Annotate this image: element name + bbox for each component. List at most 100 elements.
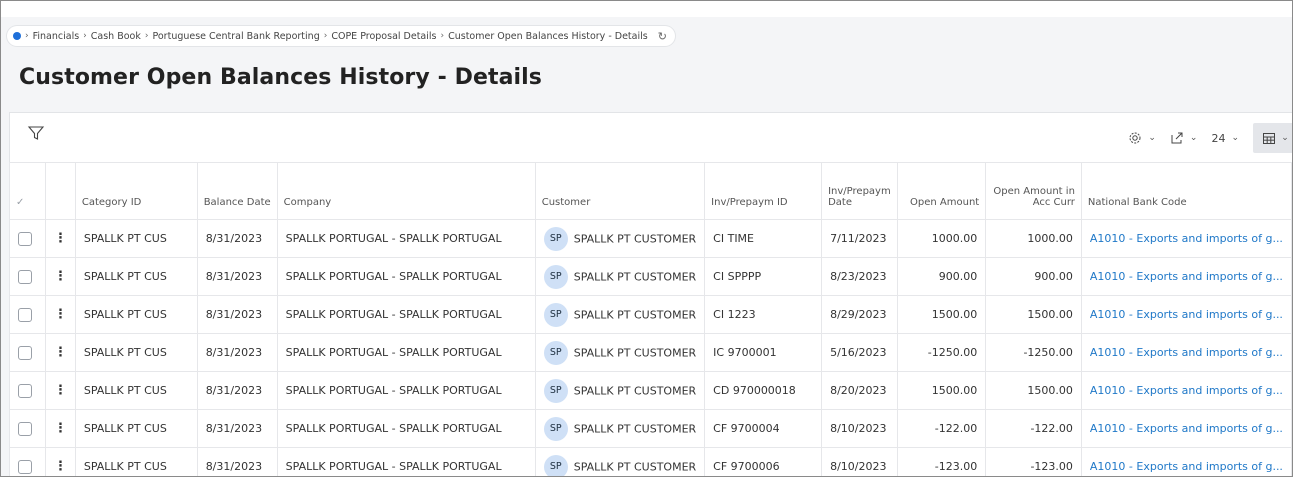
avatar: SP (543, 302, 568, 327)
filter-icon[interactable] (27, 124, 45, 142)
row-menu-icon[interactable]: ⋮ (44, 333, 76, 372)
cell-national-bank-code-link[interactable]: A1010 - Exports and imports of g... (1080, 371, 1292, 410)
row-checkbox[interactable] (18, 383, 32, 398)
row-menu-icon[interactable]: ⋮ (44, 447, 76, 476)
cell-national-bank-code-link[interactable]: A1010 - Exports and imports of g... (1080, 409, 1292, 448)
cell-inv-id: CF 9700006 (704, 447, 823, 476)
chevron-down-icon: ⌄ (1281, 133, 1289, 143)
cell-balance-date: 8/31/2023 (196, 371, 278, 410)
cell-national-bank-code-link[interactable]: A1010 - Exports and imports of g... (1080, 219, 1292, 258)
row-menu-icon[interactable]: ⋮ (44, 295, 76, 334)
settings-menu[interactable]: ⌄ (1128, 131, 1156, 145)
customer-name: SPALLK PT CUSTOMER (573, 460, 697, 473)
cell-inv-id: IC 9700001 (704, 333, 823, 372)
cell-open-amount: -1250.00 (896, 333, 987, 372)
column-header-open-acc-line1: Open Amount in (993, 186, 1075, 197)
table-row[interactable]: ⋮ SPALLK PT CUS 8/31/2023 SPALLK PORTUGAL -… (9, 333, 1292, 372)
column-header-inv-id[interactable]: Inv/Prepaym ID (704, 162, 823, 220)
cell-open-amount-acc: 1000.00 (985, 219, 1082, 258)
avatar: SP (543, 340, 568, 365)
view-mode-select[interactable]: ⌄ (1253, 123, 1292, 153)
cell-category-id: SPALLK PT CUS (74, 295, 198, 334)
cell-inv-date: 5/16/2023 (821, 333, 898, 372)
cell-open-amount: -122.00 (896, 409, 987, 448)
column-header-balance-date[interactable]: Balance Date (196, 162, 278, 220)
column-header-inv-date-line2: Date (828, 197, 852, 208)
table-row[interactable]: ⋮ SPALLK PT CUS 8/31/2023 SPALLK PORTUGAL -… (9, 409, 1292, 448)
cell-national-bank-code-link[interactable]: A1010 - Exports and imports of g... (1080, 447, 1292, 476)
table-header-row: ✓ Category ID Balance Date Company Custo… (9, 162, 1292, 220)
cell-inv-date: 8/23/2023 (821, 257, 898, 296)
cell-balance-date: 8/31/2023 (196, 333, 278, 372)
cell-open-amount-acc: 1500.00 (985, 371, 1082, 410)
cell-open-amount-acc: -122.00 (985, 409, 1082, 448)
breadcrumb-item-cash-book[interactable]: Cash Book (91, 31, 141, 42)
cell-inv-date: 8/10/2023 (821, 447, 898, 476)
breadcrumb-item-financials[interactable]: Financials (33, 31, 80, 42)
breadcrumb-item-central-bank[interactable]: Portuguese Central Bank Reporting (152, 31, 319, 42)
column-header-open-amount[interactable]: Open Amount (896, 162, 987, 220)
data-table: ✓ Category ID Balance Date Company Custo… (9, 162, 1292, 476)
row-checkbox[interactable] (18, 345, 32, 360)
table-row[interactable]: ⋮ SPALLK PT CUS 8/31/2023 SPALLK PORTUGAL -… (9, 295, 1292, 334)
actions-header (44, 162, 76, 220)
chevron-right-icon: › (83, 31, 87, 41)
cell-inv-date: 7/11/2023 (821, 219, 898, 258)
cell-company: SPALLK PORTUGAL - SPALLK PORTUGAL (276, 295, 536, 334)
cell-category-id: SPALLK PT CUS (74, 219, 198, 258)
customer-name: SPALLK PT CUSTOMER (573, 346, 697, 359)
column-header-company[interactable]: Company (276, 162, 536, 220)
table-toolbar: ⌄ ⌄ 24 ⌄ ⌄ (10, 113, 1292, 161)
cell-inv-id: CD 970000018 (704, 371, 823, 410)
cell-open-amount: 1500.00 (896, 371, 987, 410)
column-header-inv-date-line1: Inv/Prepaym (828, 186, 891, 197)
cell-national-bank-code-link[interactable]: A1010 - Exports and imports of g... (1080, 295, 1292, 334)
column-header-open-amount-acc[interactable]: Open Amount in Acc Curr (985, 162, 1082, 220)
chevron-down-icon: ⌄ (1189, 133, 1198, 143)
cell-company: SPALLK PORTUGAL - SPALLK PORTUGAL (276, 371, 536, 410)
row-checkbox[interactable] (18, 459, 32, 474)
cell-company: SPALLK PORTUGAL - SPALLK PORTUGAL (276, 333, 536, 372)
cell-customer: SP SPALLK PT CUSTOMER (534, 295, 706, 334)
cell-customer: SP SPALLK PT CUSTOMER (534, 371, 706, 410)
checkmark-icon: ✓ (16, 197, 25, 208)
row-menu-icon[interactable]: ⋮ (44, 409, 76, 448)
column-header-national-bank-code[interactable]: National Bank Code (1080, 162, 1292, 220)
row-select-cell (9, 409, 46, 448)
cell-open-amount-acc: 900.00 (985, 257, 1082, 296)
table-row[interactable]: ⋮ SPALLK PT CUS 8/31/2023 SPALLK PORTUGAL -… (9, 447, 1292, 476)
row-checkbox[interactable] (18, 231, 32, 246)
cell-open-amount: 1500.00 (896, 295, 987, 334)
cell-category-id: SPALLK PT CUS (74, 333, 198, 372)
column-header-inv-date[interactable]: Inv/Prepaym Date (821, 162, 898, 220)
table-row[interactable]: ⋮ SPALLK PT CUS 8/31/2023 SPALLK PORTUGAL -… (9, 257, 1292, 296)
refresh-icon[interactable]: ↻ (658, 30, 667, 43)
row-checkbox[interactable] (18, 421, 32, 436)
cell-open-amount-acc: -123.00 (985, 447, 1082, 476)
breadcrumb-item-cope-proposal[interactable]: COPE Proposal Details (331, 31, 436, 42)
chevron-right-icon: › (144, 31, 149, 41)
row-checkbox[interactable] (18, 307, 32, 322)
home-icon[interactable] (13, 32, 21, 40)
cell-open-amount: 1000.00 (896, 219, 987, 258)
customer-name: SPALLK PT CUSTOMER (573, 270, 697, 283)
row-menu-icon[interactable]: ⋮ (44, 257, 76, 296)
cell-customer: SP SPALLK PT CUSTOMER (534, 219, 706, 258)
table-row[interactable]: ⋮ SPALLK PT CUS 8/31/2023 SPALLK PORTUGAL -… (9, 219, 1292, 258)
cell-balance-date: 8/31/2023 (196, 257, 278, 296)
avatar: SP (543, 226, 568, 251)
table-row[interactable]: ⋮ SPALLK PT CUS 8/31/2023 SPALLK PORTUGAL -… (9, 371, 1292, 410)
select-all-header[interactable]: ✓ (9, 162, 46, 220)
column-header-category-id[interactable]: Category ID (74, 162, 198, 220)
row-menu-icon[interactable]: ⋮ (44, 219, 76, 258)
row-checkbox[interactable] (18, 269, 32, 284)
cell-national-bank-code-link[interactable]: A1010 - Exports and imports of g... (1080, 257, 1292, 296)
row-menu-icon[interactable]: ⋮ (44, 371, 76, 410)
cell-national-bank-code-link[interactable]: A1010 - Exports and imports of g... (1080, 333, 1292, 372)
table-view-icon (1263, 132, 1276, 144)
export-menu[interactable]: ⌄ (1170, 131, 1198, 145)
cell-balance-date: 8/31/2023 (196, 409, 278, 448)
cell-category-id: SPALLK PT CUS (74, 447, 198, 476)
column-header-customer[interactable]: Customer (534, 162, 706, 220)
page-size-select[interactable]: 24 ⌄ (1211, 132, 1239, 145)
